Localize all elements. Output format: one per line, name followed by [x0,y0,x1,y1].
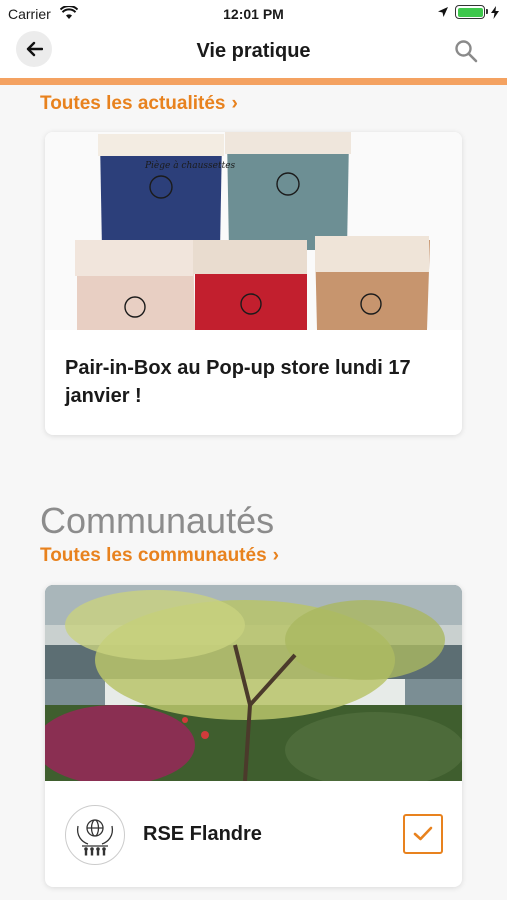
location-icon [438,7,448,17]
community-card[interactable]: RSE Flandre [45,585,462,887]
battery-fill [457,7,483,17]
all-communities-link[interactable]: Toutes les communautés › [40,545,279,567]
bag-brand-text: Piège à chaussettes [144,160,236,171]
status-bar: Carrier 12:01 PM [0,0,507,28]
community-name: RSE Flandre [143,823,262,845]
chevron-right-icon: › [272,545,279,566]
chevron-right-icon: › [231,93,238,114]
sock-basket-bags-photo: Piège à chaussettes [45,132,462,330]
garden-tree-photo [45,585,462,781]
clock: 12:01 PM [223,6,284,22]
navigation-bar: Vie pratique [0,28,507,78]
avatar [65,805,125,865]
search-icon[interactable] [453,38,479,64]
charging-icon [491,5,499,19]
communities-heading: Communautés [40,500,275,541]
all-news-label: Toutes les actualités [40,93,226,114]
all-news-link[interactable]: Toutes les actualités › [40,93,238,115]
all-communities-label: Toutes les communautés [40,545,267,566]
page-title: Vie pratique [196,40,311,62]
news-card[interactable]: Piège à chaussettes Pair-in-Box au Pop-u… [45,132,462,435]
news-title: Pair-in-Box au Pop-up store lundi 17 jan… [65,357,411,407]
nav-accent-divider [0,78,507,85]
checkmark-icon [413,826,433,841]
battery-icon [455,5,488,19]
globe-hands-icon [76,819,114,856]
status-right [437,5,499,19]
join-checkbox[interactable] [403,814,443,854]
